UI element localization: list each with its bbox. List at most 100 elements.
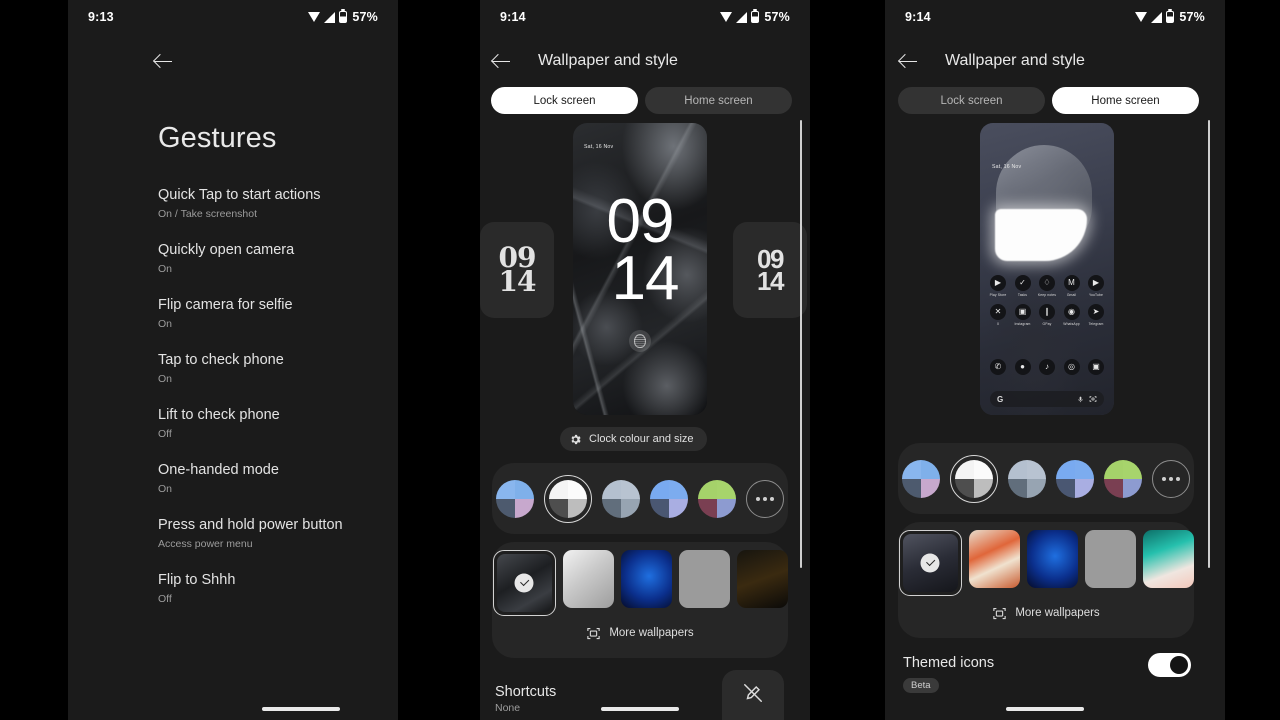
wallpaper-thumb-helmet-dark[interactable] bbox=[898, 530, 962, 596]
back-button-gestures[interactable] bbox=[152, 50, 174, 72]
more-dots-icon[interactable] bbox=[746, 479, 784, 518]
gestures-list: Quick Tap to start actions On / Take scr… bbox=[158, 186, 378, 626]
lens-icon[interactable] bbox=[1089, 395, 1097, 403]
tab-home-screen[interactable]: Home screen bbox=[1052, 87, 1199, 114]
youtube-icon: ▶ bbox=[1088, 275, 1104, 291]
status-time: 9:13 bbox=[88, 10, 114, 24]
dock-music[interactable]: ♪ bbox=[1036, 359, 1058, 375]
battery-percent: 57% bbox=[352, 10, 378, 24]
wallpaper-thumb-teal-gradient[interactable] bbox=[1142, 530, 1194, 588]
screenshot-stage: 9:13 57% Gestures Quick Tap to start act… bbox=[0, 0, 1280, 720]
status-bar: 9:13 57% bbox=[68, 0, 398, 34]
list-item[interactable]: Tap to check phone On bbox=[158, 351, 378, 387]
colour-picker-card bbox=[492, 463, 788, 534]
colour-swatch-royal-blue[interactable] bbox=[650, 479, 688, 518]
wallpaper-thumb-doodle-pattern[interactable] bbox=[1084, 530, 1136, 588]
app-tasks[interactable]: ✓ Tasks bbox=[1012, 275, 1034, 297]
list-item[interactable]: Flip to Shhh Off bbox=[158, 571, 378, 607]
image-icon bbox=[586, 626, 601, 640]
back-arrow-icon[interactable] bbox=[897, 50, 919, 72]
list-item-title: Quickly open camera bbox=[158, 242, 295, 258]
dock-phone[interactable]: ✆ bbox=[987, 359, 1009, 375]
dock-messages[interactable]: ● bbox=[1012, 359, 1034, 375]
list-item[interactable]: One-handed mode On bbox=[158, 461, 378, 497]
colour-swatch-blue-lilac[interactable] bbox=[496, 479, 534, 518]
wallpaper-thumb-amber-night[interactable] bbox=[736, 550, 788, 608]
wallpaper-thumb-orange-petals[interactable] bbox=[968, 530, 1020, 588]
scrollbar-home-screen[interactable] bbox=[1208, 120, 1210, 568]
tab-lock-screen[interactable]: Lock screen bbox=[898, 87, 1045, 114]
app-whatsapp[interactable]: ◉ WhatsApp bbox=[1061, 304, 1083, 326]
list-item[interactable]: Press and hold power button Access power… bbox=[158, 516, 378, 552]
gmail-icon: M bbox=[1063, 275, 1080, 291]
list-item-title: Flip camera for selfie bbox=[158, 297, 293, 313]
scrollbar-lock-screen[interactable] bbox=[800, 120, 802, 568]
list-item-subtitle: On / Take screenshot bbox=[158, 208, 258, 220]
messages-icon: ● bbox=[1014, 359, 1031, 375]
wallpaper-thumb-blue-swirl[interactable] bbox=[1026, 530, 1078, 588]
app-gpay[interactable]: ∥ GPay bbox=[1036, 304, 1058, 326]
app-label: Keep notes bbox=[1037, 293, 1057, 297]
back-arrow-icon[interactable] bbox=[152, 50, 174, 72]
back-arrow-icon[interactable] bbox=[490, 50, 512, 72]
wallpaper-thumb-blue-swirl[interactable] bbox=[620, 550, 672, 608]
colour-swatch-row bbox=[898, 443, 1194, 514]
list-item[interactable]: Quickly open camera On bbox=[158, 241, 378, 277]
app-keep-notes[interactable]: ♢ Keep notes bbox=[1036, 275, 1058, 297]
colour-swatch-slate[interactable] bbox=[602, 479, 640, 518]
home-indicator bbox=[1006, 707, 1084, 711]
tab-lock-screen[interactable]: Lock screen bbox=[491, 87, 638, 114]
app-gmail[interactable]: M Gmail bbox=[1061, 275, 1083, 297]
wallpaper-thumb-white-tube[interactable] bbox=[562, 550, 614, 608]
lock-screen-preview[interactable]: Sat, 16 Nov 09 14 bbox=[573, 123, 707, 415]
app-play-store[interactable]: ▶ Play Store bbox=[987, 275, 1009, 297]
more-wallpapers-button[interactable]: More wallpapers bbox=[898, 606, 1194, 620]
app-label: Gmail bbox=[1066, 293, 1077, 297]
list-item[interactable]: Quick Tap to start actions On / Take scr… bbox=[158, 186, 378, 222]
signal-icon bbox=[1151, 11, 1163, 23]
home-screen-preview[interactable]: Sat, 16 Nov ▶ Play Store ✓ Tasks ♢ Keep … bbox=[980, 123, 1114, 415]
status-time: 9:14 bbox=[500, 10, 526, 24]
tab-home-screen[interactable]: Home screen bbox=[645, 87, 792, 114]
colour-swatch-blue-lilac[interactable] bbox=[902, 459, 940, 498]
search-bar[interactable]: G bbox=[990, 391, 1104, 407]
app-label: GPay bbox=[1042, 322, 1052, 326]
app-x[interactable]: ✕ X bbox=[987, 304, 1009, 326]
more-dots-icon[interactable] bbox=[1152, 459, 1190, 498]
shortcuts-edit-button[interactable] bbox=[722, 670, 784, 720]
clock-style-option-next[interactable]: 09 14 bbox=[733, 222, 807, 318]
colour-swatch-green-plum[interactable] bbox=[698, 479, 736, 518]
dock-chrome[interactable]: ◎ bbox=[1061, 359, 1083, 375]
clock-hours: 09 bbox=[606, 187, 675, 256]
play-store-icon: ▶ bbox=[990, 275, 1006, 291]
mic-icon[interactable] bbox=[1077, 395, 1084, 404]
more-wallpapers-label: More wallpapers bbox=[1015, 607, 1100, 619]
app-telegram[interactable]: ➤ Telegram bbox=[1085, 304, 1107, 326]
gpay-icon: ∥ bbox=[1039, 304, 1055, 320]
wifi-icon bbox=[308, 12, 321, 22]
app-instagram[interactable]: ▣ Instagram bbox=[1012, 304, 1034, 326]
wallpaper-thumb-dark-mech[interactable] bbox=[492, 550, 556, 616]
wallpaper-thumb-doodle-pattern[interactable] bbox=[678, 550, 730, 608]
list-item-title: One-handed mode bbox=[158, 462, 279, 478]
more-wallpapers-button[interactable]: More wallpapers bbox=[492, 626, 788, 640]
app-youtube[interactable]: ▶ YouTube bbox=[1085, 275, 1107, 297]
colour-swatch-royal-blue[interactable] bbox=[1056, 459, 1094, 498]
colour-swatch-green-plum[interactable] bbox=[1104, 459, 1142, 498]
colour-swatch-monochrome-selected[interactable] bbox=[950, 454, 998, 503]
colour-swatch-slate[interactable] bbox=[1008, 459, 1046, 498]
colour-swatch-monochrome[interactable] bbox=[549, 479, 587, 518]
colour-swatch-monochrome-selected[interactable] bbox=[544, 474, 592, 523]
shortcuts-section[interactable]: Shortcuts None bbox=[495, 684, 556, 714]
clock-colour-and-size-button[interactable]: Clock colour and size bbox=[560, 427, 707, 451]
list-item[interactable]: Flip camera for selfie On bbox=[158, 296, 378, 332]
app-grid: ▶ Play Store ✓ Tasks ♢ Keep notes M Gmai… bbox=[987, 275, 1107, 333]
colour-swatch-monochrome[interactable] bbox=[955, 459, 993, 498]
list-item-subtitle: Off bbox=[158, 428, 172, 440]
clock-style-option-prev[interactable]: 09 14 bbox=[480, 222, 554, 318]
list-item-subtitle: On bbox=[158, 373, 173, 385]
list-item[interactable]: Lift to check phone Off bbox=[158, 406, 378, 442]
dock-camera[interactable]: ▣ bbox=[1085, 359, 1107, 375]
themed-icons-toggle[interactable] bbox=[1148, 653, 1191, 677]
clock-style-preview-text: 09 14 bbox=[757, 243, 784, 296]
